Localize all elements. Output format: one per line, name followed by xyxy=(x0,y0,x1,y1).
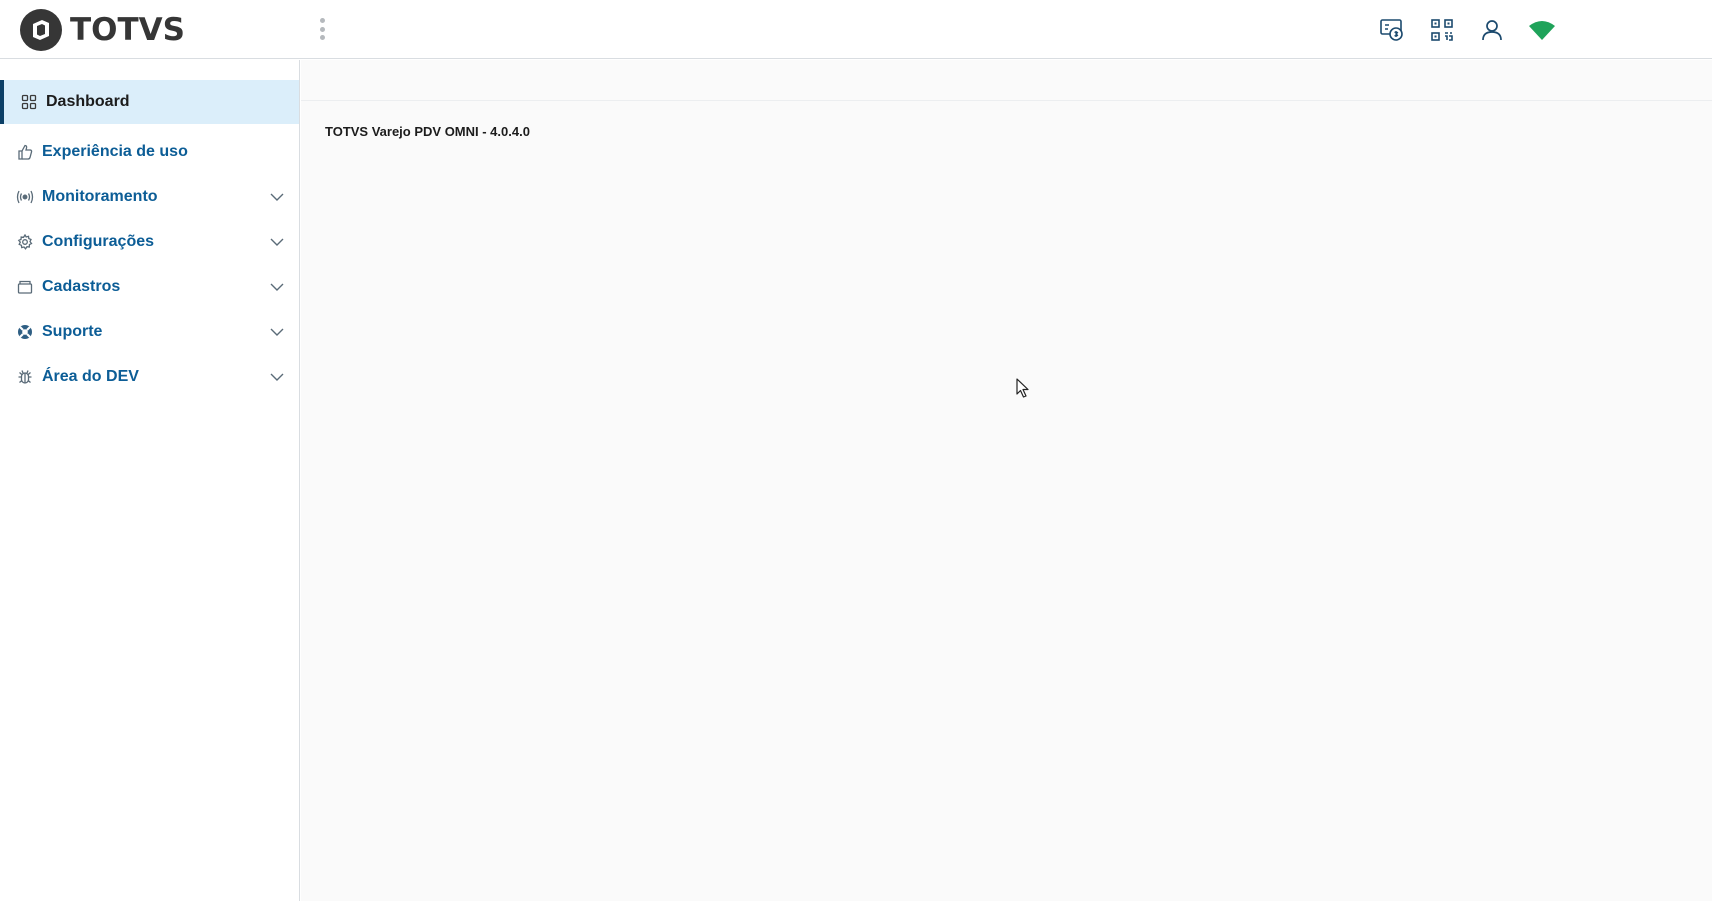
sidebar-item-label: Experiência de uso xyxy=(42,142,188,160)
sidebar-item-label: Configurações xyxy=(42,232,155,250)
grid-icon xyxy=(21,94,37,110)
sidebar-item-dashboard[interactable]: Dashboard xyxy=(0,80,299,124)
cash-register-icon xyxy=(1380,19,1403,41)
gear-icon xyxy=(17,233,33,250)
totvs-logo-icon xyxy=(20,9,62,51)
sidebar-item-experiencia-de-uso[interactable]: Experiência de uso xyxy=(0,129,299,174)
kebab-dot xyxy=(319,26,325,32)
chevron-down-icon[interactable] xyxy=(269,234,285,250)
user-button[interactable] xyxy=(1478,16,1506,44)
sidebar-item-label: Monitoramento xyxy=(42,187,158,205)
sidebar: Dashboard Experiência de uso Monitoramen… xyxy=(0,60,300,901)
connection-status[interactable] xyxy=(1528,16,1556,44)
sidebar-item-label: Área do DEV xyxy=(42,367,139,385)
folder-icon xyxy=(17,280,33,294)
chevron-down-icon[interactable] xyxy=(269,369,285,385)
brand-name: TOTVS xyxy=(70,12,185,48)
chevron-down-icon[interactable] xyxy=(269,279,285,295)
broadcast-icon xyxy=(16,190,34,203)
lifebuoy-icon xyxy=(18,324,32,339)
menu-toggle-button[interactable] xyxy=(314,16,330,42)
sidebar-item-cadastros[interactable]: Cadastros xyxy=(0,264,299,309)
chevron-down-icon[interactable] xyxy=(269,324,285,340)
sidebar-item-label: Suporte xyxy=(42,322,103,340)
cash-register-button[interactable] xyxy=(1378,16,1406,44)
thumbs-up-icon xyxy=(18,144,33,160)
user-icon xyxy=(1482,20,1502,41)
main-content: TOTVS Varejo PDV OMNI - 4.0.4.0 xyxy=(301,60,1712,901)
sidebar-item-label: Dashboard xyxy=(46,93,130,110)
sidebar-item-label: Cadastros xyxy=(42,277,121,295)
qr-code-button[interactable] xyxy=(1428,16,1456,44)
sidebar-menu: Dashboard Experiência de uso Monitoramen… xyxy=(0,80,299,399)
app-header: TOTVS xyxy=(0,0,1712,59)
qr-code-icon xyxy=(1431,19,1453,41)
content-toolbar xyxy=(301,60,1712,101)
kebab-dot xyxy=(319,35,325,40)
mouse-cursor-icon xyxy=(1016,378,1029,398)
wifi-icon xyxy=(1529,21,1555,40)
version-label: TOTVS Varejo PDV OMNI - 4.0.4.0 xyxy=(325,124,530,139)
sidebar-item-area-do-dev[interactable]: Área do DEV xyxy=(0,354,299,399)
kebab-dot xyxy=(319,18,325,23)
bug-icon xyxy=(18,369,32,384)
sidebar-item-suporte[interactable]: Suporte xyxy=(0,309,299,354)
sidebar-item-configuracoes[interactable]: Configurações xyxy=(0,219,299,264)
chevron-down-icon[interactable] xyxy=(269,189,285,205)
sidebar-item-monitoramento[interactable]: Monitoramento xyxy=(0,174,299,219)
totvs-logo[interactable]: TOTVS xyxy=(20,8,185,52)
